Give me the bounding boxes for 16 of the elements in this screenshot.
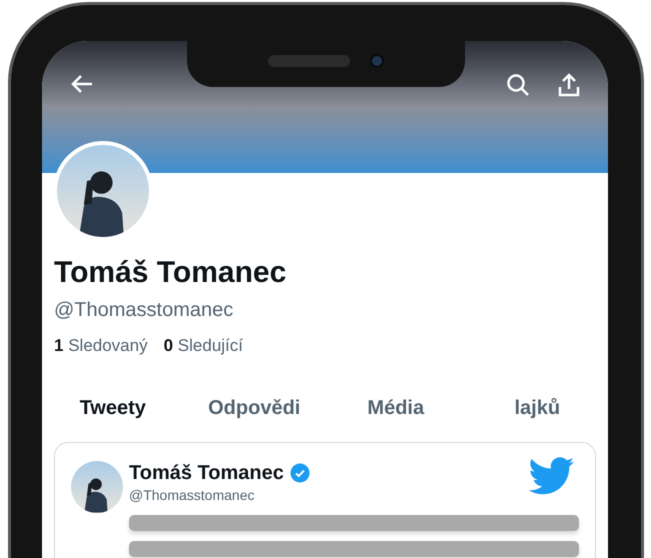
profile-name: Tomáš Tomanec bbox=[54, 255, 288, 291]
back-arrow-icon[interactable] bbox=[70, 73, 94, 95]
tweet-author-handle: @Thomasstomanec bbox=[129, 486, 256, 505]
camera-lens bbox=[370, 54, 384, 68]
search-icon[interactable] bbox=[506, 73, 530, 97]
tweet-author-name: Tomáš Tomanec bbox=[129, 461, 284, 485]
profile-tab[interactable]: lajků bbox=[466, 391, 608, 425]
bird-logo-icon bbox=[529, 457, 575, 495]
avatar bbox=[71, 461, 123, 513]
profile-tab[interactable]: Tweety bbox=[42, 391, 184, 425]
follow-stat[interactable]: 1 Sledovaný bbox=[54, 335, 148, 357]
profile-tab[interactable]: Odpovědi bbox=[184, 391, 325, 425]
profile-tab[interactable]: Média bbox=[325, 391, 466, 425]
follow-stat[interactable]: 0 Sledující bbox=[164, 335, 243, 357]
profile-handle: @Thomasstomanec bbox=[54, 298, 234, 323]
share-icon[interactable] bbox=[558, 73, 580, 97]
